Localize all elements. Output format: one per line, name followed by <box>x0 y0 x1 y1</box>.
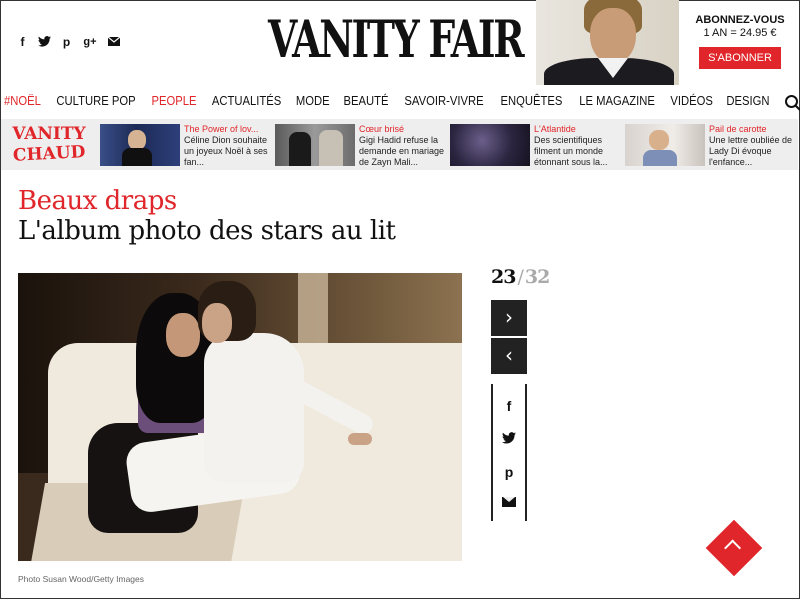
hot-item-kicker: The Power of lov... <box>184 124 259 134</box>
hot-item-thumbnail <box>275 124 355 166</box>
hot-item[interactable]: Cœur brisé Gigi Hadid refuse la demande … <box>275 124 451 167</box>
next-button[interactable]: › <box>491 300 527 336</box>
article-title: L'album photo des stars au lit <box>18 216 396 246</box>
hot-item-text: Des scientifiques filment un monde étonn… <box>534 135 608 167</box>
facebook-share-icon[interactable]: f <box>501 398 517 414</box>
mail-icon[interactable] <box>107 36 120 49</box>
vanity-chaud-logo[interactable]: VANITY CHAUD <box>9 124 89 166</box>
nav-item-actualites[interactable]: ACTUALITÉS <box>212 94 281 108</box>
hot-item-kicker: L'Atlantide <box>534 124 576 134</box>
nav-item-people[interactable]: PEOPLE <box>152 94 197 108</box>
subscribe-price: 1 AN = 24.95 € <box>703 27 777 39</box>
photo-credit: Photo Susan Wood/Getty Images <box>18 574 144 584</box>
search-icon[interactable] <box>784 94 798 108</box>
article-kicker[interactable]: Beaux draps <box>18 186 177 216</box>
site-logo[interactable]: VANITY FAIR <box>268 10 525 70</box>
hot-item-kicker: Cœur brisé <box>359 124 405 134</box>
gallery-total: 32 <box>524 266 550 288</box>
googleplus-icon[interactable]: g+ <box>82 36 98 49</box>
hot-item-thumbnail <box>100 124 180 166</box>
chevron-left-icon: ‹ <box>505 343 513 367</box>
nav-item-beaute[interactable]: BEAUTÉ <box>343 94 388 108</box>
gallery-counter: 23/32 <box>491 266 550 288</box>
nav-item-videos[interactable]: VIDÉOS <box>670 94 713 108</box>
nav-item-le-magazine[interactable]: LE MAGAZINE <box>579 94 655 108</box>
hot-item-text: Céline Dion souhaite un joyeux Noël à se… <box>184 135 268 167</box>
vanity-chaud-strip: VANITY CHAUD The Power of lov... Céline … <box>1 119 798 170</box>
hot-item[interactable]: The Power of lov... Céline Dion souhaite… <box>100 124 276 167</box>
hot-item-text: Gigi Hadid refuse la demande en mariage … <box>359 135 445 167</box>
subscribe-button[interactable]: S'ABONNER <box>699 47 781 69</box>
chevron-right-icon: › <box>505 305 513 329</box>
subscribe-box: ABONNEZ-VOUS 1 AN = 24.95 € S'ABONNER <box>688 14 792 69</box>
main-nav: #NOËL CULTURE POP PEOPLE ACTUALITÉS MODE… <box>0 94 800 108</box>
nav-item-design[interactable]: DESIGN <box>726 94 769 108</box>
mail-share-icon[interactable] <box>502 496 516 507</box>
share-bar: f p <box>491 384 527 521</box>
hot-item[interactable]: Pail de carotte Une lettre oubliée de La… <box>625 124 800 167</box>
twitter-icon[interactable] <box>38 36 51 49</box>
chevron-up-icon <box>724 539 742 557</box>
nav-item-savoir-vivre[interactable]: SAVOIR-VIVRE <box>404 94 483 108</box>
gallery-current: 23 <box>491 266 516 288</box>
hot-item-thumbnail <box>625 124 705 166</box>
twitter-share-icon[interactable] <box>501 431 517 447</box>
hot-item-thumbnail <box>450 124 530 166</box>
hot-item-kicker: Pail de carotte <box>709 124 767 134</box>
facebook-icon[interactable]: f <box>16 36 29 49</box>
pinterest-share-icon[interactable]: p <box>501 464 517 480</box>
nav-item-mode[interactable]: MODE <box>296 94 330 108</box>
gallery-separator: / <box>517 266 523 288</box>
gallery-photo[interactable] <box>18 273 462 561</box>
nav-item-noel[interactable]: #NOËL <box>4 94 41 108</box>
social-links: f p g+ <box>16 36 120 49</box>
hot-item[interactable]: L'Atlantide Des scientifiques filment un… <box>450 124 626 167</box>
prev-button[interactable]: ‹ <box>491 338 527 374</box>
nav-item-culture-pop[interactable]: CULTURE POP <box>57 94 136 108</box>
pinterest-icon[interactable]: p <box>60 36 73 49</box>
hot-item-text: Une lettre oubliée de Lady Di évoque l'e… <box>709 135 793 167</box>
magazine-cover-image[interactable] <box>536 0 679 85</box>
subscribe-title: ABONNEZ-VOUS <box>695 14 785 26</box>
nav-item-enquetes[interactable]: ENQUÊTES <box>500 94 562 108</box>
